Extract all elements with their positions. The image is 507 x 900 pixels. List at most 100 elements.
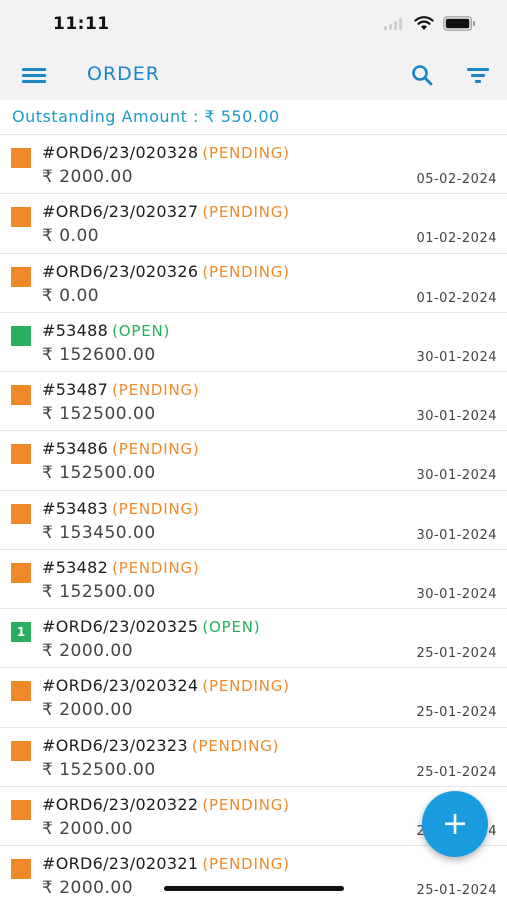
order-date: 30-01-2024	[416, 527, 497, 543]
order-status: (PENDING)	[202, 203, 290, 222]
order-date: 25-01-2024	[416, 646, 497, 661]
order-amount: ₹ 2000.00	[42, 878, 134, 898]
order-number: #ORD6/23/020326	[42, 261, 199, 281]
cellular-signal-icon	[384, 18, 404, 30]
order-status: (OPEN)	[202, 618, 261, 636]
order-status: (PENDING)	[202, 262, 290, 281]
order-status: (PENDING)	[112, 558, 200, 577]
order-amount: ₹ 152500.00	[42, 759, 156, 780]
order-row[interactable]: #ORD6/23/020327 (PENDING) ₹ 0.00 01-02-2024	[0, 194, 507, 254]
order-status: (PENDING)	[202, 677, 290, 696]
order-status: (PENDING)	[202, 144, 290, 162]
status-indicator	[11, 503, 31, 524]
order-date: 30-01-2024	[416, 409, 497, 424]
order-number: #ORD6/23/020324	[42, 676, 199, 696]
order-number: #ORD6/23/020325	[42, 617, 199, 636]
order-amount: ₹ 0.00	[42, 226, 100, 247]
status-indicator	[11, 444, 31, 465]
status-indicator	[11, 148, 31, 168]
order-amount: ₹ 0.00	[42, 285, 100, 306]
order-header: #ORD6/23/020322 (PENDING)	[42, 795, 290, 814]
order-number: #ORD6/23/02323	[42, 735, 188, 755]
order-header: #ORD6/23/020325 (OPEN)	[42, 617, 260, 636]
order-number: #ORD6/23/020328	[42, 143, 199, 162]
status-indicator	[11, 740, 31, 761]
order-date: 25-01-2024	[416, 764, 497, 780]
status-time: 11:11	[53, 14, 110, 34]
order-row[interactable]: #53486 (PENDING) ₹ 152500.00 30-01-2024	[0, 431, 507, 491]
status-indicator	[11, 266, 31, 287]
order-number: #53483	[42, 498, 109, 518]
order-list: #ORD6/23/020328 (PENDING) ₹ 2000.00 05-02-2…	[0, 135, 507, 900]
status-indicator	[11, 325, 31, 346]
order-date: 30-01-2024	[416, 349, 497, 365]
order-amount: ₹ 152500.00	[42, 404, 156, 424]
order-status: (PENDING)	[202, 855, 290, 873]
order-amount: ₹ 152500.00	[42, 581, 156, 602]
order-date: 30-01-2024	[416, 586, 497, 602]
order-header: #53483 (PENDING)	[42, 499, 200, 518]
order-row[interactable]: #ORD6/23/020324 (PENDING) ₹ 2000.00 25-01-2…	[0, 668, 507, 728]
order-date: 05-02-2024	[416, 172, 497, 187]
order-row[interactable]: #ORD6/23/020326 (PENDING) ₹ 0.00 01-02-2024	[0, 253, 507, 313]
add-order-button[interactable]: +	[422, 791, 488, 857]
order-date: 25-01-2024	[416, 883, 497, 898]
order-status: (PENDING)	[112, 499, 200, 518]
menu-icon[interactable]	[22, 66, 46, 84]
order-number: #53486	[42, 439, 109, 459]
order-number: #53482	[42, 557, 109, 577]
order-number: #53487	[42, 380, 109, 399]
status-indicator	[11, 207, 31, 228]
order-header: #53486 (PENDING)	[42, 439, 200, 458]
order-amount: ₹ 2000.00	[42, 641, 134, 661]
order-header: #ORD6/23/020321 (PENDING)	[42, 854, 290, 873]
status-indicator: 1	[11, 622, 31, 642]
status-bar: 11:11	[0, 0, 507, 50]
order-date: 01-02-2024	[416, 290, 497, 306]
order-date: 30-01-2024	[416, 468, 497, 484]
status-indicator	[11, 681, 31, 702]
wifi-icon	[414, 16, 434, 30]
order-row[interactable]: 1 #ORD6/23/020325 (OPEN) ₹ 2000.00 25-01-202…	[0, 609, 507, 669]
app-bar: ORDER	[0, 50, 507, 100]
order-header: #53488 (OPEN)	[42, 321, 170, 340]
order-header: #53482 (PENDING)	[42, 558, 200, 577]
order-amount: ₹ 2000.00	[42, 818, 134, 839]
order-amount: ₹ 152500.00	[42, 463, 156, 484]
order-header: #ORD6/23/020327 (PENDING)	[42, 202, 290, 221]
order-row[interactable]: #ORD6/23/020328 (PENDING) ₹ 2000.00 05-02-2…	[0, 135, 507, 195]
order-row[interactable]: #53488 (OPEN) ₹ 152600.00 30-01-2024	[0, 312, 507, 372]
order-number: #ORD6/23/020322	[42, 794, 199, 814]
order-status: (OPEN)	[112, 321, 171, 340]
order-header: #ORD6/23/020326 (PENDING)	[42, 262, 290, 281]
order-amount: ₹ 2000.00	[42, 167, 134, 187]
order-status: (PENDING)	[112, 440, 200, 459]
search-icon[interactable]	[410, 63, 434, 87]
outstanding-amount-bar: Outstanding Amount : ₹ 550.00	[0, 100, 507, 135]
plus-icon: +	[441, 804, 469, 842]
page-title: ORDER	[87, 63, 160, 85]
order-row[interactable]: #ORD6/23/020321 (PENDING) ₹ 2000.00 25-01-2…	[0, 846, 507, 900]
order-header: #ORD6/23/02323 (PENDING)	[42, 736, 279, 755]
status-indicator	[11, 799, 31, 820]
order-header: #ORD6/23/020324 (PENDING)	[42, 676, 290, 695]
order-status: (PENDING)	[112, 381, 200, 399]
filter-icon[interactable]	[467, 64, 491, 86]
status-indicator	[11, 385, 31, 405]
order-status: (PENDING)	[202, 795, 290, 814]
order-row[interactable]: #53487 (PENDING) ₹ 152500.00 30-01-2024	[0, 372, 507, 432]
home-indicator	[164, 886, 344, 891]
outstanding-amount: Outstanding Amount : ₹ 550.00	[12, 107, 280, 126]
order-number: #ORD6/23/020321	[42, 854, 199, 873]
status-indicator	[11, 859, 31, 879]
order-date: 25-01-2024	[416, 705, 497, 721]
order-number: #53488	[42, 320, 109, 340]
order-amount: ₹ 153450.00	[42, 522, 156, 543]
order-row[interactable]: #ORD6/23/02323 (PENDING) ₹ 152500.00 25-01-…	[0, 727, 507, 787]
order-header: #53487 (PENDING)	[42, 380, 200, 399]
order-row[interactable]: #53483 (PENDING) ₹ 153450.00 30-01-2024	[0, 490, 507, 550]
status-indicator	[11, 562, 31, 583]
battery-icon	[443, 16, 475, 31]
order-row[interactable]: #53482 (PENDING) ₹ 152500.00 30-01-2024	[0, 549, 507, 609]
order-date: 01-02-2024	[416, 231, 497, 247]
